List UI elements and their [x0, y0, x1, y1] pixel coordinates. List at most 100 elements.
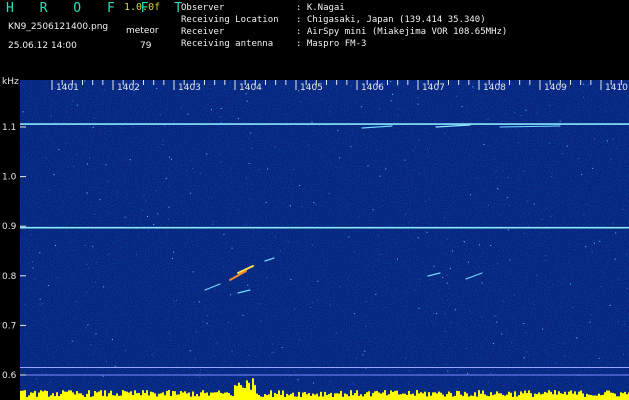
noise-speckle — [158, 160, 160, 162]
noise-speckle — [324, 288, 326, 290]
noise-speckle — [156, 88, 158, 90]
noise-speckle — [84, 80, 86, 82]
noise-speckle — [35, 178, 37, 179]
noise-speckle — [615, 310, 617, 312]
noise-speckle — [352, 133, 354, 135]
noise-speckle — [66, 349, 67, 351]
noise-speckle — [49, 381, 51, 383]
signal-bar — [88, 390, 90, 400]
noise-speckle — [465, 348, 467, 350]
signal-bar — [168, 390, 170, 400]
noise-speckle — [528, 224, 529, 226]
signal-bar — [574, 391, 576, 400]
noise-speckle — [48, 354, 50, 356]
noise-speckle — [194, 377, 196, 379]
noise-speckle — [378, 108, 380, 110]
noise-speckle — [242, 148, 244, 150]
noise-speckle — [349, 341, 351, 342]
noise-speckle — [440, 354, 442, 356]
noise-speckle — [487, 381, 489, 383]
noise-speckle — [337, 130, 339, 132]
noise-speckle — [601, 141, 603, 143]
noise-speckle — [518, 142, 520, 144]
noise-speckle — [346, 205, 348, 207]
signal-bar — [412, 393, 414, 400]
noise-speckle — [535, 149, 537, 151]
signal-bar — [408, 391, 410, 400]
signal-bar — [320, 391, 322, 400]
noise-speckle — [271, 233, 273, 235]
noise-speckle — [274, 146, 276, 148]
noise-speckle — [47, 344, 49, 346]
noise-speckle — [284, 114, 286, 115]
noise-speckle — [371, 297, 373, 299]
noise-speckle — [507, 330, 508, 332]
noise-speckle — [472, 371, 474, 373]
noise-speckle — [527, 212, 529, 214]
signal-bar — [330, 392, 332, 400]
signal-bar — [238, 382, 240, 400]
noise-speckle — [219, 174, 221, 176]
signal-bar — [346, 394, 348, 400]
signal-bar — [360, 394, 362, 400]
noise-speckle — [117, 305, 119, 307]
signal-bar — [548, 390, 550, 400]
signal-bar — [542, 393, 544, 400]
signal-bar — [454, 395, 456, 400]
signal-bar — [246, 380, 248, 400]
noise-speckle — [165, 319, 167, 321]
signal-bar — [64, 391, 66, 400]
noise-speckle — [145, 259, 147, 261]
signal-bar — [220, 392, 222, 400]
noise-speckle — [97, 272, 99, 273]
noise-speckle — [39, 252, 41, 254]
noise-speckle — [523, 357, 525, 359]
noise-speckle — [24, 310, 26, 312]
signal-bar — [106, 396, 108, 400]
signal-bar — [194, 396, 196, 400]
noise-speckle — [524, 232, 526, 234]
noise-speckle — [263, 294, 265, 296]
signal-bar — [362, 396, 364, 400]
noise-speckle — [160, 114, 161, 116]
noise-speckle — [103, 89, 105, 91]
noise-speckle — [492, 159, 494, 161]
noise-speckle — [456, 370, 458, 372]
noise-speckle — [251, 183, 252, 185]
signal-bar — [232, 396, 234, 400]
noise-speckle — [274, 348, 276, 350]
noise-speckle — [467, 261, 469, 263]
noise-speckle — [321, 99, 323, 101]
noise-speckle — [607, 245, 608, 246]
noise-speckle — [121, 128, 123, 130]
noise-speckle — [432, 284, 434, 285]
noise-speckle — [94, 84, 95, 86]
noise-speckle — [539, 231, 541, 233]
noise-speckle — [287, 371, 289, 373]
noise-speckle — [53, 174, 55, 176]
noise-speckle — [498, 96, 500, 98]
signal-bar — [508, 391, 510, 400]
signal-bar — [446, 394, 448, 400]
signal-bar — [58, 396, 60, 400]
noise-speckle — [22, 237, 24, 239]
noise-speckle — [216, 342, 218, 344]
noise-speckle — [396, 243, 398, 245]
signal-bar — [112, 395, 114, 400]
noise-speckle — [339, 286, 341, 288]
noise-speckle — [487, 119, 489, 120]
noise-speckle — [168, 332, 170, 334]
noise-speckle — [30, 234, 32, 235]
signal-bar — [236, 385, 238, 400]
noise-speckle — [462, 121, 464, 123]
signal-bar — [400, 394, 402, 400]
noise-speckle — [472, 90, 474, 92]
noise-speckle — [281, 347, 283, 349]
signal-bar — [452, 396, 454, 400]
noise-speckle — [468, 132, 470, 134]
noise-speckle — [501, 333, 503, 335]
noise-speckle — [174, 304, 176, 305]
noise-speckle — [300, 101, 302, 103]
x-tick-label: 1401 — [56, 83, 79, 93]
noise-speckle — [136, 369, 137, 371]
